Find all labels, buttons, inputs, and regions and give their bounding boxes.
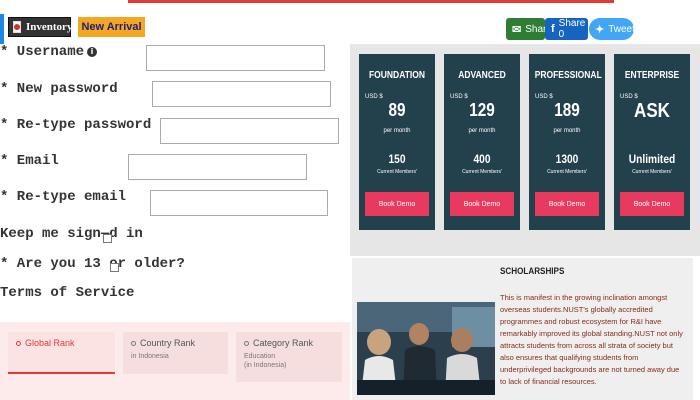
facebook-share-button[interactable]: f Share 0 bbox=[545, 18, 588, 40]
tab-country-rank[interactable]: Country Rank in Indonesia bbox=[123, 332, 228, 374]
new-arrival-badge[interactable]: New Arrival bbox=[78, 17, 145, 37]
plan-name: ADVANCED bbox=[458, 70, 506, 81]
share-email-button[interactable]: ✉ Share bbox=[506, 18, 552, 40]
flag-icon bbox=[131, 340, 136, 346]
email-input[interactable] bbox=[128, 154, 307, 180]
info-icon[interactable]: i bbox=[87, 47, 98, 57]
pricing-card-enterprise: ENTERPRISE USD $ ASK Unlimited Current M… bbox=[614, 54, 690, 230]
plan-members-label: Current Members' bbox=[462, 169, 502, 175]
scholarships-body: This is manifest in the growing inclinat… bbox=[500, 293, 683, 386]
keep-signed-in-label: Keep me sign—d in bbox=[0, 226, 143, 242]
scholarships-title: SCHOLARSHIPS bbox=[500, 266, 565, 276]
age-label: * Are you 13 or older? bbox=[0, 256, 185, 272]
students-photo bbox=[357, 302, 495, 395]
plan-price: ASK bbox=[634, 100, 670, 122]
plan-members-label: Current Members' bbox=[377, 169, 417, 175]
plan-period: per month bbox=[468, 128, 496, 134]
plan-members: Unlimited bbox=[628, 152, 676, 166]
plan-price: 89 bbox=[388, 100, 406, 120]
username-input[interactable] bbox=[146, 45, 325, 71]
book-demo-button[interactable]: Book Demo bbox=[365, 192, 429, 216]
category-icon bbox=[244, 340, 249, 346]
book-demo-button[interactable]: Book Demo bbox=[535, 192, 599, 216]
tweet-button[interactable]: ✦ Tweet bbox=[589, 18, 635, 40]
retype-password-label: * Re-type password bbox=[0, 117, 152, 133]
plan-period: per month bbox=[383, 128, 411, 134]
plan-name: PROFESSIONAL bbox=[534, 70, 602, 81]
globe-icon bbox=[16, 340, 21, 346]
plan-members-label: Current Members' bbox=[632, 169, 672, 175]
pricing-card-advanced: ADVANCED USD $ 129 per month 400 Current… bbox=[444, 54, 520, 230]
plan-members: 400 bbox=[473, 152, 491, 166]
plan-members: 150 bbox=[388, 152, 406, 166]
plan-period: per month bbox=[553, 128, 581, 134]
tab-category-rank[interactable]: Category Rank Education (in Indonesia) bbox=[236, 332, 342, 382]
username-label: * Username i bbox=[0, 44, 98, 60]
new-password-label: * New password bbox=[0, 81, 118, 97]
top-divider bbox=[128, 0, 614, 3]
envelope-icon: ✉ bbox=[512, 23, 522, 36]
students-illustration bbox=[357, 302, 495, 395]
plan-name: ENTERPRISE bbox=[624, 70, 680, 81]
retype-email-input[interactable] bbox=[150, 190, 328, 216]
left-accent-bar bbox=[0, 14, 4, 44]
twitter-icon: ✦ bbox=[595, 23, 605, 36]
pricing-card-professional: PROFESSIONAL USD $ 189 per month 1300 Cu… bbox=[529, 54, 605, 230]
email-label: * Email bbox=[0, 153, 59, 169]
new-password-input[interactable] bbox=[152, 81, 331, 107]
plan-members-label: Current Members' bbox=[547, 169, 587, 175]
terms-of-service-link[interactable]: Terms of Service bbox=[0, 285, 134, 301]
plan-members: 1300 bbox=[555, 152, 579, 166]
age-checkbox[interactable] bbox=[110, 263, 119, 272]
inventory-badge[interactable]: Inventory bbox=[8, 17, 73, 37]
retype-password-input[interactable] bbox=[160, 118, 339, 144]
retype-email-label: * Re-type email bbox=[0, 189, 127, 205]
plan-price: 189 bbox=[554, 100, 580, 120]
plan-name: FOUNDATION bbox=[368, 70, 426, 81]
inventory-label: Inventory bbox=[26, 21, 73, 33]
japan-flag-icon bbox=[13, 21, 21, 33]
book-demo-button[interactable]: Book Demo bbox=[450, 192, 514, 216]
keep-signed-in-checkbox[interactable] bbox=[103, 234, 112, 243]
facebook-icon: f bbox=[551, 23, 555, 35]
tab-global-rank[interactable]: Global Rank bbox=[8, 332, 115, 374]
plan-price: 129 bbox=[469, 100, 495, 120]
pricing-card-foundation: FOUNDATION USD $ 89 per month 150 Curren… bbox=[359, 54, 435, 230]
book-demo-button[interactable]: Book Demo bbox=[620, 192, 684, 216]
